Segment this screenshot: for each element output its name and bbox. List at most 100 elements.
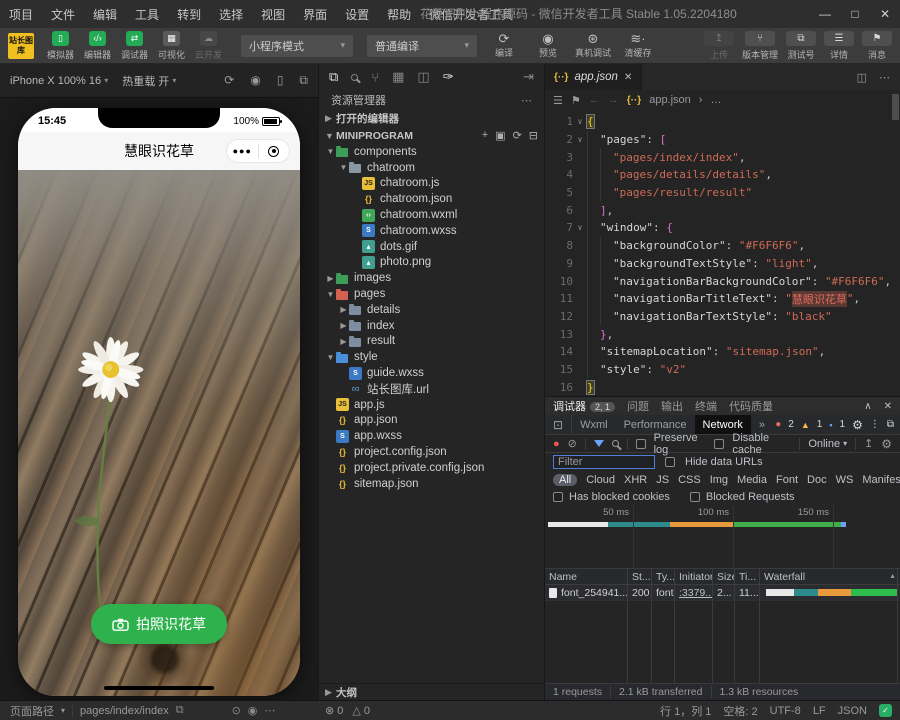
tab-problems[interactable]: 问题	[627, 398, 649, 414]
tab-app-json[interactable]: {··} app.json ✕	[545, 64, 642, 90]
more-actions-icon[interactable]: ⋯	[521, 94, 532, 107]
debugger-button[interactable]: ⇄ 调试器	[116, 29, 153, 63]
tree-item[interactable]: Sguide.wxss	[319, 365, 544, 381]
devtools-tab-wxml[interactable]: Wxml	[572, 415, 616, 434]
network-overview-timeline[interactable]: 50 ms100 ms150 ms	[545, 505, 900, 569]
record-icon[interactable]: ◉	[250, 73, 260, 88]
hand-tool-icon[interactable]: ✑	[443, 69, 454, 85]
collapse-panel-icon[interactable]: ∧	[864, 401, 871, 412]
menu-item[interactable]: 设置	[336, 6, 378, 23]
warning-counter[interactable]: △ 0	[352, 704, 370, 717]
tree-item[interactable]: {}app.json	[319, 413, 544, 429]
outline-list-icon[interactable]: ☰	[553, 94, 563, 107]
filter-chip-xhr[interactable]: XHR	[624, 474, 647, 486]
code-line[interactable]: 3"pages/index/index",	[545, 148, 900, 166]
tree-item[interactable]: ▶details	[319, 302, 544, 318]
take-photo-button[interactable]: 拍照识花草	[91, 604, 227, 644]
filter-chip-media[interactable]: Media	[737, 474, 767, 486]
details-button[interactable]: ☰ 详情	[824, 31, 854, 61]
extensions-icon[interactable]: ▦	[392, 69, 404, 85]
column-header-size[interactable]: Size	[713, 569, 735, 584]
menu-item[interactable]: 转到	[168, 6, 210, 23]
column-header-ty[interactable]: Ty...	[652, 569, 675, 584]
minimize-button[interactable]: —	[810, 0, 840, 28]
kebab-menu-icon[interactable]: ⋮	[870, 419, 880, 430]
code-line[interactable]: 16}	[545, 378, 900, 396]
hot-reload-toggle[interactable]: 热重载 开 ▾	[122, 73, 176, 89]
device-frame-icon[interactable]: ▯	[277, 73, 284, 88]
dock-side-icon[interactable]: ⧉	[887, 419, 894, 430]
inspect-element-icon[interactable]: ⊡	[545, 415, 572, 434]
eol-type[interactable]: LF	[813, 705, 826, 717]
filter-chip-css[interactable]: CSS	[678, 474, 701, 486]
network-filter-input[interactable]	[553, 455, 655, 469]
filter-chip-ws[interactable]: WS	[836, 474, 854, 486]
tree-item[interactable]: ▴dots.gif	[319, 239, 544, 255]
split-editor-icon[interactable]: ◫	[857, 71, 867, 84]
code-line[interactable]: 8"backgroundColor": "#F6F6F6",	[545, 237, 900, 255]
menu-item[interactable]: 视图	[252, 6, 294, 23]
tree-item[interactable]: {}project.config.json	[319, 444, 544, 460]
version-control-button[interactable]: ⑂ 版本管理	[742, 31, 778, 61]
compile-mode-select[interactable]: 普通编译 ▾	[367, 35, 477, 57]
blocked-cookies-checkbox[interactable]	[553, 492, 563, 502]
eye-icon[interactable]: ◉	[248, 704, 258, 717]
menu-item[interactable]: 帮助	[378, 6, 420, 23]
code-line[interactable]: 4"pages/details/details",	[545, 166, 900, 184]
device-select[interactable]: iPhone X 100% 16 ▾	[10, 75, 108, 87]
preview-panel-icon[interactable]: ◫	[417, 69, 429, 85]
column-header-waterfall[interactable]: Waterfall	[760, 569, 898, 584]
blocked-requests-checkbox[interactable]	[690, 492, 700, 502]
tree-item[interactable]: ▶result	[319, 334, 544, 350]
tab-code-quality[interactable]: 代码质量	[729, 398, 773, 414]
tab-debugger[interactable]: 调试器2, 1	[553, 398, 615, 414]
import-har-icon[interactable]: ↥	[864, 437, 873, 450]
filter-chip-cloud[interactable]: Cloud	[586, 474, 615, 486]
menu-item[interactable]: 编辑	[84, 6, 126, 23]
files-icon[interactable]: ⧉	[329, 69, 338, 85]
code-line[interactable]: 12"navigationBarTextStyle": "black"	[545, 308, 900, 326]
menu-item[interactable]: 界面	[294, 6, 336, 23]
column-header-initiator[interactable]: Initiator	[675, 569, 713, 584]
menu-item[interactable]: 工具	[126, 6, 168, 23]
filter-chip-all[interactable]: All	[553, 474, 577, 486]
editor-button[interactable]: ‹/› 编辑器	[79, 29, 116, 63]
breadcrumb-more[interactable]: …	[710, 94, 721, 106]
outline-section[interactable]: ▶ 大纲	[319, 683, 544, 700]
code-line[interactable]: 6],	[545, 201, 900, 219]
indent-setting[interactable]: 空格: 2	[723, 703, 757, 719]
clear-cache-button[interactable]: ≋· 清缓存	[621, 32, 655, 59]
filter-icon[interactable]	[594, 440, 604, 447]
code-line[interactable]: 9"backgroundTextStyle": "light",	[545, 255, 900, 273]
bug-icon[interactable]: ⊙	[232, 704, 241, 717]
code-line[interactable]: 7∨"window": {	[545, 219, 900, 237]
new-folder-icon[interactable]: ▣	[495, 129, 505, 142]
bookmark-icon[interactable]: ⚑	[571, 94, 581, 107]
tree-item[interactable]: ▼pages	[319, 286, 544, 302]
new-file-icon[interactable]: +	[482, 129, 488, 142]
more-icon[interactable]: ⋯	[264, 704, 275, 717]
cursor-position[interactable]: 行 1，列 1	[660, 703, 711, 719]
filter-chip-doc[interactable]: Doc	[807, 474, 827, 486]
tree-item[interactable]: ▴photo.png	[319, 255, 544, 271]
tree-item[interactable]: ▼chatroom	[319, 160, 544, 176]
record-icon[interactable]: ●	[553, 438, 560, 450]
error-counter[interactable]: ⊗ 0	[325, 704, 343, 717]
tree-item[interactable]: JSapp.js	[319, 397, 544, 413]
compile-button[interactable]: ⟳ 编译	[487, 32, 521, 59]
tab-output[interactable]: 输出	[661, 398, 683, 414]
tree-item[interactable]: Schatroom.wxss	[319, 223, 544, 239]
exit-button[interactable]	[259, 146, 290, 157]
tab-terminal[interactable]: 终端	[695, 398, 717, 414]
breadcrumb-file[interactable]: app.json	[649, 94, 691, 106]
tree-item[interactable]: ∞站长图库.url	[319, 381, 544, 397]
open-editors-section[interactable]: ▶ 打开的编辑器	[319, 110, 544, 127]
page-path-label[interactable]: 页面路径	[10, 703, 54, 719]
mode-select[interactable]: 小程序模式 ▾	[241, 35, 353, 57]
table-row[interactable]: font_254941...200font:3379...2...11...	[545, 585, 900, 601]
tree-item[interactable]: ▶images	[319, 270, 544, 286]
tree-item[interactable]: ▼components	[319, 144, 544, 160]
copy-icon[interactable]: ⧉	[176, 704, 184, 717]
refresh-icon[interactable]: ⟳	[513, 129, 522, 142]
collapse-all-icon[interactable]: ⊟	[529, 129, 538, 142]
